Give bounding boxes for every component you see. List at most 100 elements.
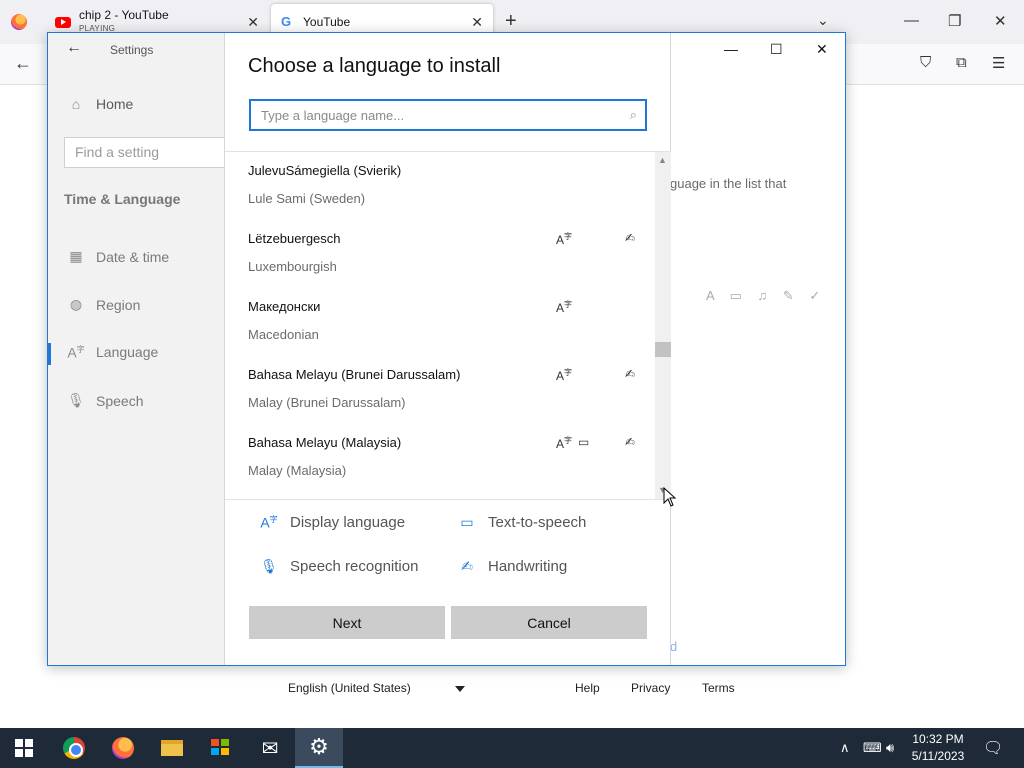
legend-label: Display language xyxy=(290,514,406,531)
minimize-icon[interactable]: — xyxy=(904,12,919,29)
language-native-name: Bahasa Melayu (Malaysia) xyxy=(248,435,402,450)
sidebar-item-label: Home xyxy=(96,96,134,112)
section-title: Time & Language xyxy=(64,191,181,207)
taskbar-mail[interactable]: ✉ xyxy=(246,728,294,768)
choose-language-dialog: Choose a language to install ⌕ JulevuSám… xyxy=(224,33,671,665)
language-select[interactable]: English (United States) xyxy=(288,681,411,695)
volume-icon[interactable]: 🔊︎ xyxy=(886,740,894,756)
list-item[interactable]: JulevuSámegiella (Svierik) Lule Sami (Sw… xyxy=(248,163,648,223)
help-link[interactable]: Help xyxy=(575,681,600,695)
search-icon[interactable]: ⌕ xyxy=(630,107,637,123)
handwriting-icon: ✍ xyxy=(625,435,636,449)
windows-icon xyxy=(15,739,33,757)
close-icon[interactable]: ✕ xyxy=(816,41,828,58)
background-link[interactable]: d xyxy=(670,639,677,654)
display-language-icon: A字 xyxy=(260,514,278,531)
folder-icon xyxy=(161,740,183,756)
language-search-box[interactable]: ⌕ xyxy=(249,99,647,131)
sidebar-item-label: Language xyxy=(96,344,159,361)
pocket-icon[interactable]: ⛉ xyxy=(920,54,931,71)
list-item[interactable]: Македонски Macedonian A字 xyxy=(248,299,648,359)
language-native-name: Македонски xyxy=(248,299,321,314)
taskbar-firefox[interactable] xyxy=(99,728,147,768)
find-setting-input[interactable]: Find a setting xyxy=(64,137,234,168)
maximize-icon[interactable]: ☐ xyxy=(770,41,783,58)
legend-handwriting: ✍ Handwriting xyxy=(456,558,567,575)
menu-icon[interactable]: ☰ xyxy=(992,54,1005,72)
minimize-icon[interactable]: — xyxy=(724,41,738,57)
display-language-icon: A字 xyxy=(556,300,573,315)
language-english-name: Macedonian xyxy=(248,327,319,342)
cancel-button[interactable]: Cancel xyxy=(451,606,647,639)
chevron-down-icon[interactable]: ⌄ xyxy=(817,12,829,29)
taskbar-chrome[interactable] xyxy=(50,728,98,768)
chevron-up-icon[interactable]: ∧ xyxy=(840,740,850,756)
close-tab-icon[interactable]: ✕ xyxy=(471,14,483,31)
sidebar-item-language[interactable]: A字 Language xyxy=(66,344,159,361)
microphone-icon: 🎙︎ xyxy=(260,558,278,574)
next-button[interactable]: Next xyxy=(249,606,445,639)
microphone-icon: 🎙︎ xyxy=(67,392,85,408)
display-language-icon: A字 xyxy=(556,368,573,383)
new-tab-icon[interactable]: + xyxy=(505,10,517,33)
sidebar-item-label: Region xyxy=(96,296,141,313)
list-item[interactable]: Bahasa Melayu (Malaysia) Malay (Malaysia… xyxy=(248,435,648,495)
notifications-icon[interactable]: 🗨︎ xyxy=(983,738,1003,758)
firefox-icon[interactable] xyxy=(11,14,27,30)
taskbar-file-explorer[interactable] xyxy=(148,728,196,768)
start-button[interactable] xyxy=(0,728,48,768)
feature-icons-row: A ▭ ♫ ✎ ✓ xyxy=(706,288,827,303)
taskbar-store[interactable] xyxy=(197,728,245,768)
language-search-input[interactable] xyxy=(251,101,611,129)
sidebar-item-speech[interactable]: 🎙︎ Speech xyxy=(66,392,143,409)
list-item[interactable]: Lëtzebuergesch Luxembourgish A字 ✍ xyxy=(248,231,648,291)
list-scrollbar[interactable]: ▲ ▼ xyxy=(655,152,671,499)
legend-label: Text-to-speech xyxy=(488,514,587,531)
network-icon[interactable]: ⌨ xyxy=(863,740,882,756)
text-to-speech-icon: ▭ xyxy=(460,514,474,530)
scrollbar-thumb[interactable] xyxy=(655,342,671,357)
language-native-name: Bahasa Melayu (Brunei Darussalam) xyxy=(248,367,461,382)
clock-time: 10:32 PM xyxy=(912,732,964,746)
chrome-icon xyxy=(63,737,85,759)
terms-link[interactable]: Terms xyxy=(702,681,735,695)
settings-sidebar: ← Settings ⌂ Home Find a setting Time & … xyxy=(48,33,234,665)
extensions-icon[interactable]: ⧉ xyxy=(956,54,967,71)
language-list[interactable]: JulevuSámegiella (Svierik) Lule Sami (Sw… xyxy=(225,151,671,500)
privacy-link[interactable]: Privacy xyxy=(631,681,670,695)
taskbar-settings[interactable]: ⚙ xyxy=(295,728,343,768)
google-icon: G xyxy=(281,14,292,29)
background-description: guage in the list that xyxy=(670,176,787,191)
handwriting-icon: ✍ xyxy=(461,558,473,574)
back-arrow-icon[interactable]: ← xyxy=(66,39,82,57)
display-language-icon: A字 xyxy=(556,232,573,247)
close-tab-icon[interactable]: ✕ xyxy=(247,14,259,31)
taskbar: ✉ ⚙ ∧ ⌨ 🔊︎ 10:32 PM 5/11/2023 🗨︎ xyxy=(0,728,1024,768)
restore-icon[interactable]: ❐ xyxy=(948,12,961,30)
gear-icon: ⚙ xyxy=(309,734,329,759)
clock[interactable]: 10:32 PM 5/11/2023 xyxy=(908,731,968,765)
scroll-up-icon[interactable]: ▲ xyxy=(658,155,667,165)
list-item[interactable]: Bahasa Melayu (Brunei Darussalam) Malay … xyxy=(248,367,648,427)
language-english-name: Lule Sami (Sweden) xyxy=(248,191,366,206)
home-icon: ⌂ xyxy=(71,96,81,112)
language-english-name: Luxembourgish xyxy=(248,259,337,274)
text-to-speech-icon: ▭ xyxy=(578,435,590,449)
close-icon[interactable]: ✕ xyxy=(994,12,1007,30)
dropdown-caret-icon[interactable] xyxy=(455,686,465,692)
sidebar-item-home[interactable]: ⌂ Home xyxy=(66,96,134,112)
sidebar-item-region[interactable]: ◍ Region xyxy=(66,296,140,313)
globe-icon: ◍ xyxy=(69,296,83,312)
settings-title: Settings xyxy=(110,43,154,57)
sidebar-item-label: Date & time xyxy=(96,248,170,265)
legend-text-to-speech: ▭ Text-to-speech xyxy=(456,514,586,531)
display-language-icon: A字 xyxy=(556,436,573,451)
back-arrow-icon[interactable]: ← xyxy=(14,53,32,74)
find-setting-placeholder: Find a setting xyxy=(75,144,160,160)
language-english-name: Malay (Malaysia) xyxy=(248,463,347,478)
language-icon: A字 xyxy=(67,344,85,361)
sidebar-item-date-time[interactable]: ▦ Date & time xyxy=(66,248,169,265)
language-english-name: Malay (Brunei Darussalam) xyxy=(248,395,406,410)
sidebar-item-label: Speech xyxy=(96,392,144,409)
firefox-icon xyxy=(112,737,134,759)
